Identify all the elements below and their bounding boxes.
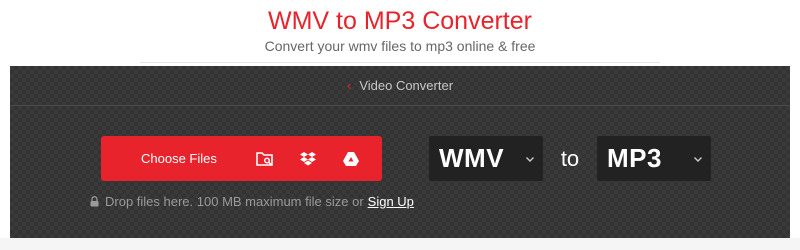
lock-icon xyxy=(90,195,99,206)
chevron-down-icon xyxy=(694,157,702,162)
from-format-value: WMV xyxy=(439,143,505,173)
from-format-select[interactable]: WMV xyxy=(429,136,543,181)
google-drive-icon xyxy=(343,151,359,166)
dropbox-button[interactable] xyxy=(286,136,330,181)
page-footer-strip xyxy=(0,238,800,250)
to-format-value: MP3 xyxy=(607,143,662,173)
drop-hint: Drop files here. 100 MB maximum file siz… xyxy=(90,192,414,210)
drop-hint-text: Drop files here. 100 MB maximum file siz… xyxy=(105,193,364,209)
page-header: WMV to MP3 Converter Convert your wmv fi… xyxy=(0,0,800,66)
folder-search-icon xyxy=(256,151,273,166)
choose-files-label[interactable]: Choose Files xyxy=(141,136,217,181)
to-connector: to xyxy=(560,146,580,171)
sign-up-link[interactable]: Sign Up xyxy=(368,194,414,209)
dropbox-icon xyxy=(300,151,316,165)
to-format-select[interactable]: MP3 xyxy=(597,136,711,181)
page-subtitle: Convert your wmv files to mp3 online & f… xyxy=(264,38,536,54)
breadcrumb[interactable]: ‹ Video Converter xyxy=(10,66,790,106)
choose-files-button[interactable]: Choose Files xyxy=(101,136,382,181)
chevron-down-icon xyxy=(526,157,534,162)
converter-panel: ‹ Video Converter Choose Files Drop file… xyxy=(10,66,790,238)
page-title: WMV to MP3 Converter xyxy=(268,7,532,35)
google-drive-button[interactable] xyxy=(329,136,373,181)
breadcrumb-label: Video Converter xyxy=(359,78,454,93)
local-folder-button[interactable] xyxy=(243,136,287,181)
chevron-left-icon: ‹ xyxy=(346,78,352,93)
header-divider xyxy=(140,62,660,63)
